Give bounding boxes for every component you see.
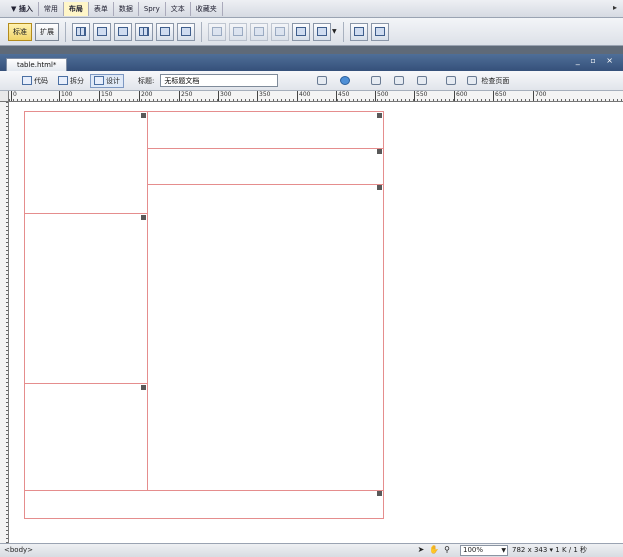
insert-bar: ▼ 插入 常用 布局 表单 数据 Spry 文本 收藏夹 ▸	[0, 0, 623, 18]
insert-tab-common[interactable]: 常用	[39, 1, 64, 16]
zoom-value: 100%	[463, 546, 484, 554]
layer-icon[interactable]	[114, 22, 132, 41]
preview-browser-icon[interactable]	[337, 74, 352, 88]
window-size-readout[interactable]: 782 x 343 ▾ 1 K / 1 秒	[512, 544, 587, 557]
ruler-mark: 650	[493, 91, 506, 101]
layout-table-icon[interactable]	[135, 22, 153, 41]
ruler-mark: 300	[218, 91, 231, 101]
col-left-icon[interactable]	[250, 22, 268, 41]
check-page-button[interactable]: 检查页面	[464, 74, 509, 88]
layout-cell-footer[interactable]	[24, 490, 384, 519]
toolbar-divider	[65, 21, 66, 42]
toolbar-divider	[342, 21, 344, 42]
ruler-mark: 700	[533, 91, 546, 101]
panel-options-icon[interactable]: ▸	[613, 3, 617, 12]
div-icon[interactable]	[93, 22, 111, 41]
split-view-icon	[58, 76, 68, 85]
zoom-select[interactable]: 100% ▼	[460, 545, 508, 556]
check-page-label: 检查页面	[481, 76, 510, 85]
ruler-mark: 250	[179, 91, 192, 101]
ruler-mark: 550	[414, 91, 427, 101]
cell-marker[interactable]	[141, 113, 146, 118]
row-below-icon[interactable]	[229, 22, 247, 41]
insert-tab-data[interactable]: 数据	[114, 1, 139, 16]
ruler-mark: 400	[297, 91, 310, 101]
standard-mode-button[interactable]: 标准	[8, 22, 32, 41]
code-view-label: 代码	[34, 76, 48, 85]
split-view-label: 拆分	[70, 76, 84, 85]
ruler-mark: 350	[257, 91, 270, 101]
panel-gap	[0, 46, 623, 54]
ruler-mark: 500	[375, 91, 388, 101]
cell-marker[interactable]	[377, 149, 382, 154]
layout-cell-main[interactable]	[147, 184, 384, 491]
cell-marker[interactable]	[377, 491, 382, 496]
code-view-icon	[22, 76, 32, 85]
frames-icon[interactable]	[177, 22, 195, 41]
title-input[interactable]	[160, 74, 279, 87]
insert-tab-forms[interactable]: 表单	[89, 1, 114, 16]
view-options-icon[interactable]	[391, 74, 406, 88]
status-bar: <body> ➤ ✋ ⚲ 100% ▼ 782 x 343 ▾ 1 K / 1 …	[0, 543, 623, 557]
design-view-button[interactable]: 设计	[90, 73, 124, 88]
chevron-down-icon[interactable]: ▼	[332, 28, 337, 35]
check-page-icon	[464, 74, 479, 88]
ruler-mark: 0	[11, 91, 17, 101]
frameset-icon[interactable]	[313, 22, 331, 41]
refresh-icon[interactable]	[368, 74, 383, 88]
col-right-icon[interactable]	[271, 22, 289, 41]
window-controls[interactable]: _ ▫ ×	[576, 56, 617, 65]
ruler-mark: 150	[99, 91, 112, 101]
vertical-ruler[interactable]	[0, 102, 9, 543]
layout-cell-left-middle[interactable]	[24, 213, 148, 384]
title-label: 标题:	[138, 76, 155, 85]
validate-markup-icon[interactable]	[443, 74, 458, 88]
table-icon[interactable]	[72, 22, 90, 41]
iframe-icon[interactable]	[292, 22, 310, 41]
horizontal-ruler[interactable]: 0 100 150 200 250 300 350 400 450 500 55…	[9, 91, 623, 102]
visual-aids-icon[interactable]	[414, 74, 429, 88]
draw-cell-icon[interactable]	[156, 22, 174, 41]
pointer-icon[interactable]: ➤	[416, 545, 426, 555]
insert-tab-layout[interactable]: 布局	[63, 1, 89, 16]
row-above-icon[interactable]	[208, 22, 226, 41]
layout-mode-icon[interactable]	[349, 22, 368, 41]
status-tools: ➤ ✋ ⚲	[416, 545, 452, 555]
code-view-button[interactable]: 代码	[18, 74, 52, 88]
ruler-mark: 200	[139, 91, 152, 101]
document-tab-bar: table.html* _ ▫ ×	[0, 54, 623, 71]
ruler-mark: 100	[59, 91, 72, 101]
cell-marker[interactable]	[141, 385, 146, 390]
design-view-icon	[94, 76, 104, 85]
tag-selector[interactable]: <body>	[4, 544, 33, 557]
cell-marker[interactable]	[377, 113, 382, 118]
insert-tab-spry[interactable]: Spry	[139, 1, 166, 16]
expanded-tables-icon[interactable]	[370, 22, 389, 41]
ruler-origin[interactable]	[0, 91, 9, 102]
document-toolbar: 代码 拆分 设计 标题: 检查页面	[0, 71, 623, 91]
insert-tab-menu[interactable]: ▼ 插入	[6, 1, 39, 16]
document-tab[interactable]: table.html*	[6, 58, 68, 71]
hand-icon[interactable]: ✋	[429, 545, 439, 555]
layout-cell-nav[interactable]	[147, 148, 384, 185]
ruler-mark: 450	[336, 91, 349, 101]
toolbar-divider	[201, 21, 202, 42]
design-view-label: 设计	[106, 76, 120, 85]
insert-tab-text[interactable]: 文本	[166, 1, 191, 16]
ruler-mark: 600	[454, 91, 467, 101]
chevron-down-icon: ▼	[501, 547, 506, 554]
expanded-mode-button[interactable]: 扩展	[35, 22, 59, 41]
layout-cell-left-bottom[interactable]	[24, 383, 148, 491]
layout-cell-header[interactable]	[147, 111, 384, 149]
split-view-button[interactable]: 拆分	[54, 74, 88, 88]
zoom-icon[interactable]: ⚲	[442, 545, 452, 555]
cell-marker[interactable]	[377, 185, 382, 190]
file-management-icon[interactable]	[314, 74, 329, 88]
insert-toolbar: 标准 扩展 ▼	[0, 18, 623, 46]
insert-tab-favorites[interactable]: 收藏夹	[191, 1, 223, 16]
layout-cell-left-top[interactable]	[24, 111, 148, 214]
design-canvas[interactable]	[10, 103, 623, 543]
cell-marker[interactable]	[141, 215, 146, 220]
